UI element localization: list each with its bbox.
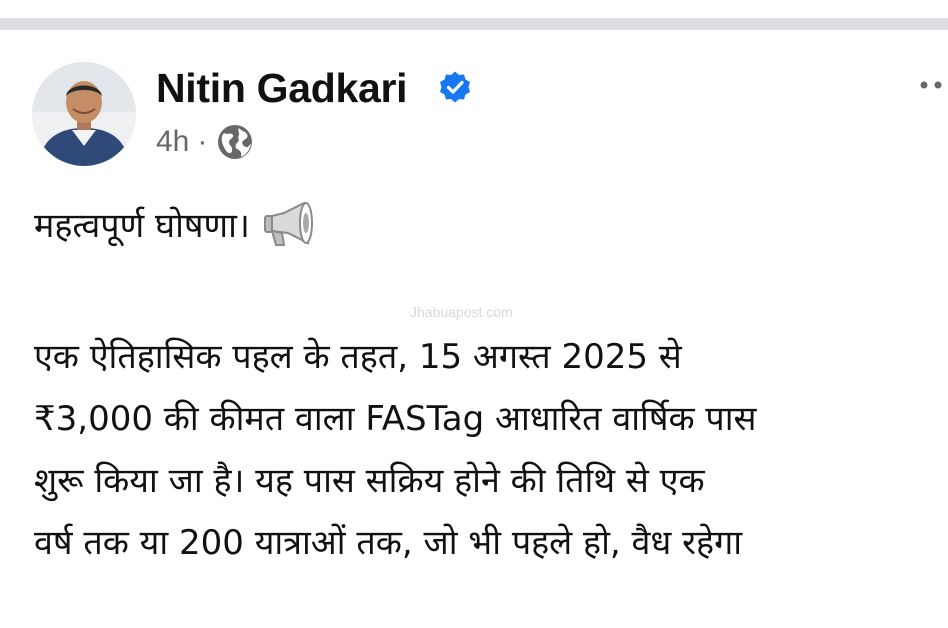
- post-card: Nitin Gadkari 4h · महत्वपूर्ण घोषणा। Jha…: [0, 0, 948, 628]
- avatar-photo: [32, 62, 136, 166]
- more-options-icon[interactable]: [916, 70, 948, 100]
- globe-icon[interactable]: [215, 122, 255, 162]
- post-meta: 4h ·: [156, 122, 255, 162]
- post-heading-text: महत्वपूर्ण घोषणा।: [34, 206, 250, 246]
- post-body-line: ₹3,000 की कीमत वाला FASTag आधारित वार्षि…: [34, 399, 757, 439]
- author-avatar[interactable]: [32, 62, 136, 166]
- post-body: एक ऐतिहासिक पहल के तहत, 15 अगस्त 2025 से…: [34, 326, 948, 574]
- watermark: Jhabuapost.com: [410, 304, 513, 320]
- feed-divider: [0, 18, 948, 30]
- megaphone-icon: [263, 201, 313, 246]
- post-body-line: एक ऐतिहासिक पहल के तहत, 15 अगस्त 2025 से: [34, 337, 682, 377]
- verified-badge-icon: [440, 71, 470, 103]
- author-name[interactable]: Nitin Gadkari: [156, 62, 408, 114]
- post-time[interactable]: 4h: [156, 125, 189, 159]
- post-body-line: शुरू किया जा है। यह पास सक्रिय होने की त…: [34, 461, 705, 501]
- post-body-line: वर्ष तक या 200 यात्राओं तक, जो भी पहले ह…: [34, 523, 743, 563]
- post-heading: महत्वपूर्ण घोषणा।: [34, 196, 318, 252]
- meta-separator: ·: [197, 125, 208, 158]
